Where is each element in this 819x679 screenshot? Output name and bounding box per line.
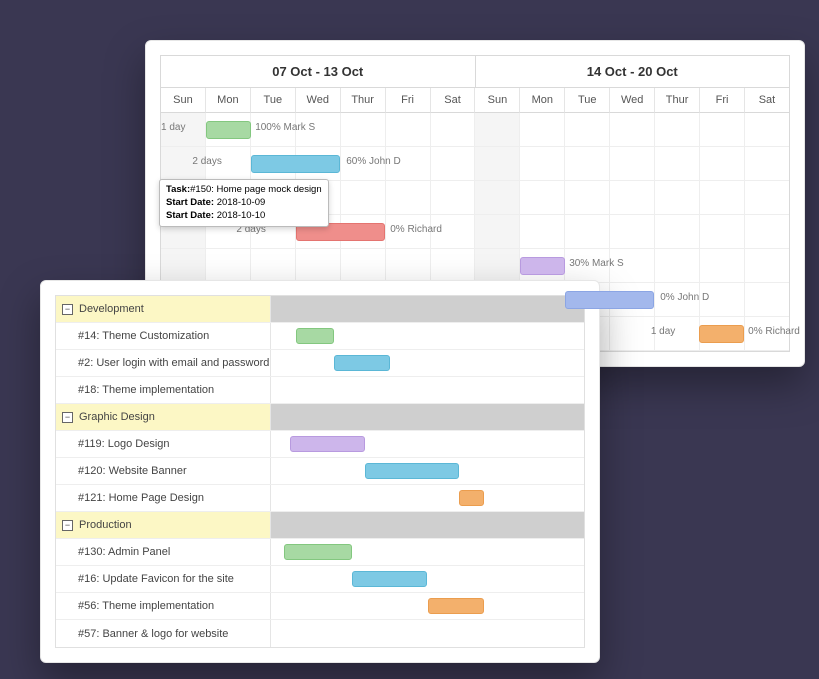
task-label: #14: Theme Customization xyxy=(78,330,209,342)
task-bar[interactable] xyxy=(428,598,484,614)
task-group-name: Development xyxy=(79,303,144,315)
tooltip-label: Task: xyxy=(166,184,190,195)
day-header: Thur xyxy=(655,88,700,113)
day-header: Fri xyxy=(700,88,745,113)
gantt-bar[interactable] xyxy=(699,325,744,343)
collapse-icon[interactable]: − xyxy=(62,304,73,315)
task-bar[interactable] xyxy=(284,544,353,560)
task-label: #121: Home Page Design xyxy=(78,492,204,504)
task-bar[interactable] xyxy=(296,328,334,344)
task-label: #16: Update Favicon for the site xyxy=(78,573,234,585)
day-header: Fri xyxy=(386,88,431,113)
day-header: Thur xyxy=(341,88,386,113)
task-bar[interactable] xyxy=(352,571,427,587)
day-header: Mon xyxy=(206,88,251,113)
task-label: #119: Logo Design xyxy=(78,438,170,450)
gantt-bar[interactable] xyxy=(251,155,341,173)
task-row[interactable]: #121: Home Page Design xyxy=(56,485,584,512)
task-label: #2: User login with email and password xyxy=(78,357,269,369)
tasklist-gantt-card: −Development #14: Theme Customization #2… xyxy=(40,280,600,663)
task-row[interactable]: #14: Theme Customization xyxy=(56,323,584,350)
gantt-bar-prefix: 2 days xyxy=(192,156,221,167)
gantt-bar-suffix: 60% John D xyxy=(346,156,400,167)
task-group-row[interactable]: −Graphic Design xyxy=(56,404,584,431)
tooltip-value: 2018-10-10 xyxy=(217,210,266,221)
task-group-row[interactable]: −Development xyxy=(56,296,584,323)
day-header: Wed xyxy=(296,88,341,113)
task-row[interactable]: #16: Update Favicon for the site xyxy=(56,566,584,593)
gantt-bar-suffix: 0% Richard xyxy=(390,224,442,235)
task-row[interactable]: #2: User login with email and password xyxy=(56,350,584,377)
task-label: #56: Theme implementation xyxy=(78,600,214,612)
day-header: Sat xyxy=(745,88,789,113)
day-header: Sun xyxy=(475,88,520,113)
task-list: −Development #14: Theme Customization #2… xyxy=(55,295,585,648)
gantt-bar[interactable] xyxy=(206,121,251,139)
task-bar[interactable] xyxy=(334,355,390,371)
tooltip-label: Start Date: xyxy=(166,210,214,221)
task-label: #130: Admin Panel xyxy=(78,546,170,558)
task-bar[interactable] xyxy=(459,490,484,506)
week-header-row: 07 Oct - 13 Oct 14 Oct - 20 Oct xyxy=(161,56,789,88)
collapse-icon[interactable]: − xyxy=(62,412,73,423)
day-header: Tue xyxy=(565,88,610,113)
task-row[interactable]: #57: Banner & logo for website xyxy=(56,620,584,647)
task-row[interactable]: #120: Website Banner xyxy=(56,458,584,485)
gantt-bar-prefix: 1 day xyxy=(651,326,675,337)
gantt-bar[interactable] xyxy=(520,257,565,275)
day-header: Wed xyxy=(610,88,655,113)
gantt-bar-suffix: 30% Mark S xyxy=(569,258,623,269)
day-header: Sun xyxy=(161,88,206,113)
day-header-row: Sun Mon Tue Wed Thur Fri Sat Sun Mon Tue… xyxy=(161,88,789,113)
gantt-bar-suffix: 100% Mark S xyxy=(255,122,315,133)
task-group-name: Graphic Design xyxy=(79,411,155,423)
task-row[interactable]: #130: Admin Panel xyxy=(56,539,584,566)
task-label: #120: Website Banner xyxy=(78,465,187,477)
task-row[interactable]: #56: Theme implementation xyxy=(56,593,584,620)
task-row[interactable]: #119: Logo Design xyxy=(56,431,584,458)
day-header: Sat xyxy=(431,88,476,113)
week-header: 14 Oct - 20 Oct xyxy=(476,56,790,88)
gantt-bar[interactable] xyxy=(565,291,655,309)
task-group-row[interactable]: −Production xyxy=(56,512,584,539)
tooltip-label: Start Date: xyxy=(166,197,214,208)
task-bar[interactable] xyxy=(290,436,365,452)
gantt-bar-suffix: 0% John D xyxy=(660,292,709,303)
gantt-bar-suffix: 0% Richard xyxy=(748,326,800,337)
task-label: #18: Theme implementation xyxy=(78,384,214,396)
task-bar[interactable] xyxy=(365,463,459,479)
tooltip-value: #150: Home page mock design xyxy=(190,184,322,195)
day-header: Tue xyxy=(251,88,296,113)
task-group-name: Production xyxy=(79,519,132,531)
day-header: Mon xyxy=(520,88,565,113)
task-label: #57: Banner & logo for website xyxy=(78,628,228,640)
tooltip-value: 2018-10-09 xyxy=(217,197,266,208)
gantt-tooltip: Task:#150: Home page mock design Start D… xyxy=(159,179,329,227)
collapse-icon[interactable]: − xyxy=(62,520,73,531)
gantt-bar-prefix: 1 day xyxy=(161,122,185,133)
week-header: 07 Oct - 13 Oct xyxy=(161,56,476,88)
task-row[interactable]: #18: Theme implementation xyxy=(56,377,584,404)
